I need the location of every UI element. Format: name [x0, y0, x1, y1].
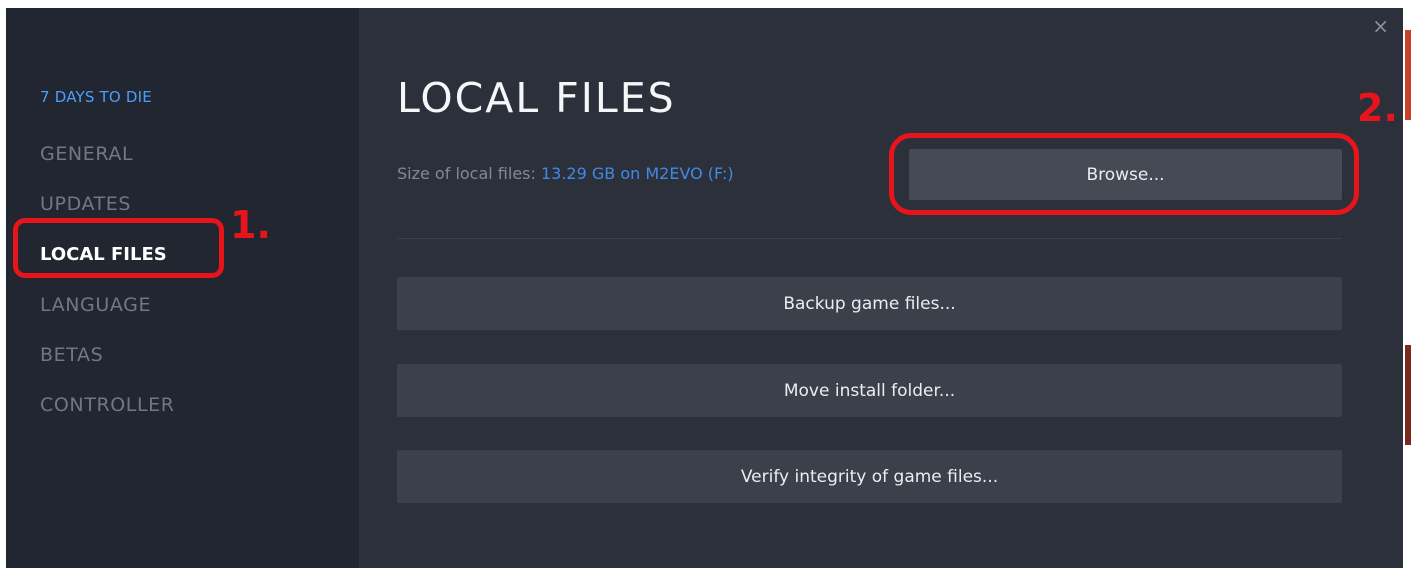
divider	[397, 238, 1342, 239]
game-title: 7 DAYS TO DIE	[40, 88, 152, 106]
size-label: Size of local files:	[397, 164, 541, 183]
main-content: LOCAL FILES Size of local files: 13.29 G…	[359, 8, 1403, 568]
background-edge	[1405, 30, 1411, 120]
annotation-step-1: 1.	[230, 203, 271, 247]
annotation-step-2: 2.	[1357, 86, 1398, 130]
size-value-link[interactable]: 13.29 GB on M2EVO (F:)	[541, 164, 734, 183]
annotation-ring-local-files	[13, 218, 224, 278]
page-title: LOCAL FILES	[397, 74, 676, 122]
sidebar-item-general[interactable]: GENERAL	[40, 143, 133, 165]
sidebar-item-betas[interactable]: BETAS	[40, 344, 103, 366]
annotation-ring-browse	[889, 133, 1359, 215]
move-install-folder-button[interactable]: Move install folder...	[397, 364, 1342, 417]
sidebar-item-controller[interactable]: CONTROLLER	[40, 394, 175, 416]
sidebar-item-updates[interactable]: UPDATES	[40, 193, 131, 215]
close-icon[interactable]: ×	[1372, 16, 1389, 36]
backup-game-files-button[interactable]: Backup game files...	[397, 277, 1342, 330]
sidebar-item-language[interactable]: LANGUAGE	[40, 294, 151, 316]
verify-integrity-button[interactable]: Verify integrity of game files...	[397, 450, 1342, 503]
background-edge	[1405, 345, 1411, 445]
properties-window: 7 DAYS TO DIE GENERAL UPDATES LOCAL FILE…	[6, 8, 1403, 568]
local-files-size: Size of local files: 13.29 GB on M2EVO (…	[397, 164, 734, 183]
sidebar: 7 DAYS TO DIE GENERAL UPDATES LOCAL FILE…	[6, 8, 359, 568]
